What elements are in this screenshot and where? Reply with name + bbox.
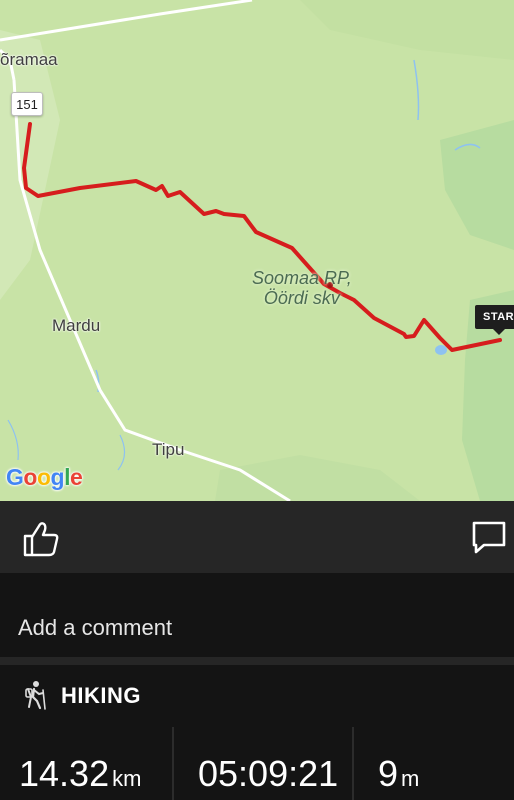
route-start-marker[interactable]: START bbox=[475, 305, 514, 335]
distance-stat: 14.32 km bbox=[0, 727, 172, 800]
road bbox=[12, 79, 291, 501]
comment-input[interactable]: Add a comment bbox=[18, 615, 172, 641]
google-logo-letter: G bbox=[6, 464, 24, 490]
duration-stat: 05:09:21 bbox=[174, 727, 352, 800]
elevation-value: 9 bbox=[378, 753, 399, 794]
stream bbox=[413, 59, 420, 121]
google-logo-letter: o bbox=[23, 464, 37, 490]
stream bbox=[117, 434, 126, 471]
road-number-badge: 151 bbox=[11, 92, 43, 116]
duration-value: 05:09:21 bbox=[198, 753, 339, 794]
distance-value-wrap: 14.32 km bbox=[19, 753, 141, 795]
road bbox=[0, 0, 253, 42]
activity-type-label: HIKING bbox=[61, 683, 141, 708]
distance-unit: km bbox=[112, 766, 142, 791]
stream bbox=[7, 419, 19, 461]
pond bbox=[435, 345, 447, 355]
map-poi-label-line1: Soomaa RP, bbox=[252, 268, 352, 288]
stats-row: 14.32 km 05:09:21 9m bbox=[0, 727, 514, 800]
google-logo-letter: e bbox=[69, 464, 83, 490]
distance-value: 14.32 bbox=[19, 753, 110, 794]
pale-area-left bbox=[0, 30, 60, 300]
like-button[interactable] bbox=[20, 517, 62, 559]
forest-area-bottom bbox=[215, 455, 420, 501]
route-map[interactable]: õramaa Mardu Tipu Soomaa RP, Öördi skv 1… bbox=[0, 0, 514, 501]
comment-icon bbox=[472, 521, 506, 554]
google-logo-letter: g bbox=[50, 464, 65, 490]
map-label-tipu: Tipu bbox=[152, 440, 185, 459]
forest-area-top bbox=[300, 0, 514, 60]
comment-button[interactable] bbox=[468, 517, 510, 559]
elevation-stat: 9m bbox=[354, 727, 514, 800]
section-divider bbox=[0, 657, 514, 665]
elevation-unit: m bbox=[401, 766, 420, 791]
activity-detail-screen: õramaa Mardu Tipu Soomaa RP, Öördi skv 1… bbox=[0, 0, 514, 800]
map-canvas bbox=[0, 0, 514, 501]
thumbs-up-icon bbox=[23, 522, 59, 557]
action-bar bbox=[0, 501, 514, 573]
google-logo[interactable]: Google bbox=[6, 464, 83, 491]
elevation-value-wrap: 9m bbox=[378, 753, 419, 795]
comment-row: Add a comment bbox=[0, 573, 514, 657]
map-poi-label-line2: Öördi skv bbox=[263, 288, 340, 308]
hiker-icon bbox=[25, 681, 46, 710]
forest-area-top-right bbox=[440, 120, 514, 250]
activity-header: HIKING bbox=[0, 665, 514, 727]
map-label-oramaa: õramaa bbox=[0, 50, 58, 69]
map-poi-label: Soomaa RP, Öördi skv bbox=[252, 268, 352, 308]
map-label-mardu: Mardu bbox=[52, 316, 101, 335]
google-logo-letter: o bbox=[36, 464, 51, 490]
